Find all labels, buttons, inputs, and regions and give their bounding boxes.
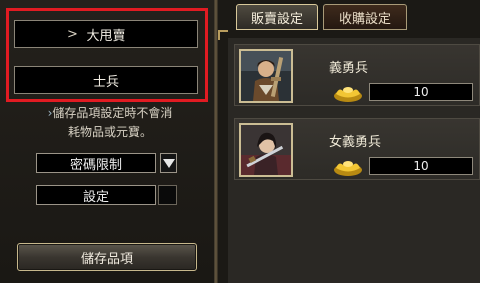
list-item[interactable]: 女義勇兵 10 <box>234 118 480 180</box>
gold-ingot-icon <box>334 161 362 176</box>
save-note: ›儲存品項設定時不會消 耗物品或元寶。 <box>20 104 200 142</box>
list-item[interactable]: 義勇兵 10 <box>234 44 480 106</box>
item-name: 女義勇兵 <box>329 135 382 150</box>
arrow-icon: > <box>67 27 78 42</box>
tab-sell-settings[interactable]: 販賣設定 <box>236 4 318 30</box>
panel-corner-decoration <box>218 30 228 40</box>
settings-checkbox[interactable] <box>158 185 177 205</box>
note-line-1: 儲存品項設定時不會消 <box>52 106 173 120</box>
note-line-2: 耗物品或元寶。 <box>67 125 152 139</box>
settings-label: 設定 <box>82 189 109 205</box>
item-list: 義勇兵 10 女義勇兵 10 <box>228 38 480 283</box>
price-input[interactable]: 10 <box>369 83 473 101</box>
female-militia-portrait <box>239 123 293 177</box>
price-input[interactable]: 10 <box>369 157 473 175</box>
password-limit-value: 密碼限制 <box>69 157 122 173</box>
tab-sell-label: 販賣設定 <box>250 11 303 27</box>
shop-title-field[interactable]: > 大甩賣 <box>14 20 198 48</box>
tab-buy-label: 收購設定 <box>338 11 391 27</box>
triangle-down-icon <box>163 159 175 168</box>
dropdown-button[interactable] <box>160 153 177 173</box>
gold-ingot-icon <box>334 87 362 102</box>
tab-buy-settings[interactable]: 收購設定 <box>323 4 407 30</box>
save-items-button[interactable]: 儲存品項 <box>17 243 197 271</box>
price-value: 10 <box>413 85 429 99</box>
shop-category-label: 士兵 <box>92 74 119 90</box>
shop-title-label: 大甩賣 <box>86 28 126 44</box>
save-items-label: 儲存品項 <box>80 251 133 267</box>
password-limit-select[interactable]: 密碼限制 <box>36 153 156 173</box>
shop-category-field[interactable]: 士兵 <box>14 66 198 94</box>
settings-button[interactable]: 設定 <box>36 185 156 205</box>
item-name: 義勇兵 <box>329 61 369 76</box>
militia-portrait <box>239 49 293 103</box>
price-value: 10 <box>413 159 429 173</box>
